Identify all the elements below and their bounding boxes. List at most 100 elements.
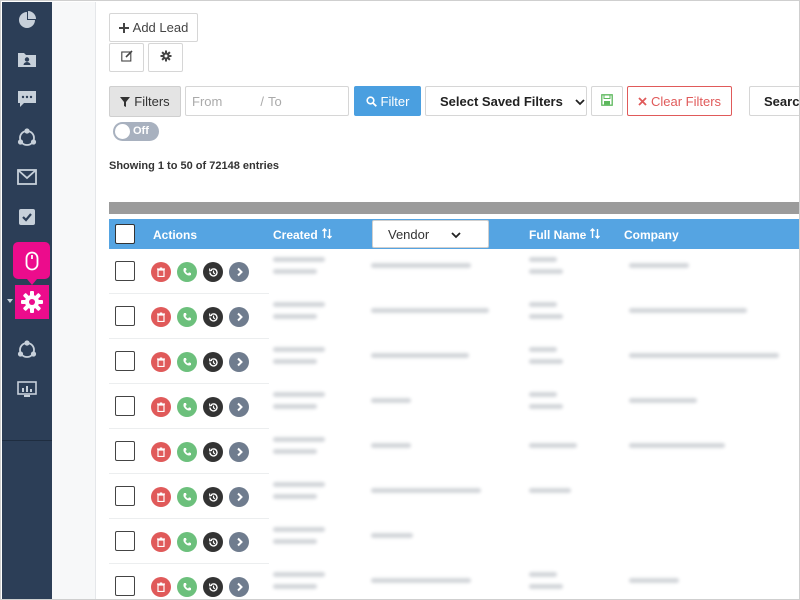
redacted-cell bbox=[273, 437, 325, 442]
history-action-button[interactable] bbox=[203, 487, 223, 507]
phone-action-button[interactable] bbox=[177, 352, 197, 372]
full-name-header[interactable]: Full Name bbox=[529, 228, 601, 242]
phone-action-button[interactable] bbox=[177, 307, 197, 327]
redacted-cell bbox=[371, 308, 489, 313]
history-action-button[interactable] bbox=[203, 262, 223, 282]
save-filter-button[interactable] bbox=[591, 86, 623, 116]
chevron-right-action-button[interactable] bbox=[229, 397, 249, 417]
row-checkbox[interactable] bbox=[115, 396, 135, 416]
trash-icon bbox=[156, 267, 166, 277]
chevron-right-icon bbox=[235, 582, 244, 592]
trash-action-button[interactable] bbox=[151, 487, 171, 507]
trash-action-button[interactable] bbox=[151, 262, 171, 282]
settings-button[interactable] bbox=[148, 43, 183, 72]
date-separator: / bbox=[260, 93, 264, 109]
trash-action-button[interactable] bbox=[151, 352, 171, 372]
chevron-right-icon bbox=[235, 267, 244, 277]
history-action-button[interactable] bbox=[203, 577, 223, 597]
row-checkbox[interactable] bbox=[115, 261, 135, 281]
trash-action-button[interactable] bbox=[151, 307, 171, 327]
table-row[interactable] bbox=[109, 519, 799, 564]
filters-toggle-button[interactable]: Filters bbox=[109, 86, 181, 117]
saved-filters-label: Select Saved Filters bbox=[440, 93, 563, 109]
filter-button[interactable]: Filter bbox=[354, 86, 421, 116]
filters-toggle-switch[interactable]: Off bbox=[113, 122, 159, 141]
date-range-input[interactable]: From / To bbox=[185, 86, 349, 116]
chat-icon[interactable] bbox=[12, 84, 42, 114]
plus-icon bbox=[118, 22, 129, 33]
phone-action-button[interactable] bbox=[177, 487, 197, 507]
saved-filters-select[interactable]: Select Saved Filters bbox=[425, 86, 587, 116]
redacted-cell bbox=[529, 572, 557, 577]
chevron-right-icon bbox=[235, 357, 244, 367]
phone-action-button[interactable] bbox=[177, 577, 197, 597]
trash-action-button[interactable] bbox=[151, 397, 171, 417]
redacted-cell bbox=[529, 584, 563, 589]
redacted-cell bbox=[529, 488, 571, 493]
history-action-button[interactable] bbox=[203, 532, 223, 552]
phone-action-button[interactable] bbox=[177, 532, 197, 552]
gear-icon[interactable] bbox=[15, 285, 49, 319]
share-network-icon[interactable] bbox=[12, 123, 42, 153]
chevron-right-action-button[interactable] bbox=[229, 352, 249, 372]
history-action-button[interactable] bbox=[203, 397, 223, 417]
row-checkbox[interactable] bbox=[115, 531, 135, 551]
phone-action-button[interactable] bbox=[177, 262, 197, 282]
phone-action-button[interactable] bbox=[177, 442, 197, 462]
table-row[interactable] bbox=[109, 564, 799, 599]
add-lead-button[interactable]: Add Lead bbox=[109, 13, 198, 42]
row-checkbox[interactable] bbox=[115, 576, 135, 596]
envelope-icon[interactable] bbox=[12, 162, 42, 192]
redacted-cell bbox=[273, 347, 325, 352]
created-header[interactable]: Created bbox=[273, 228, 332, 242]
horizontal-scrollbar[interactable] bbox=[109, 202, 799, 214]
table-row[interactable] bbox=[109, 474, 799, 519]
redacted-cell bbox=[273, 392, 325, 397]
chevron-right-action-button[interactable] bbox=[229, 262, 249, 282]
row-checkbox[interactable] bbox=[115, 486, 135, 506]
trash-icon bbox=[156, 312, 166, 322]
select-all-checkbox[interactable] bbox=[115, 224, 135, 244]
pie-chart-icon[interactable] bbox=[12, 5, 42, 35]
monitor-dashboard-icon[interactable] bbox=[12, 375, 42, 405]
edit-button[interactable] bbox=[109, 43, 144, 72]
phone-icon bbox=[182, 492, 192, 502]
clear-filters-button[interactable]: Clear Filters bbox=[627, 86, 732, 116]
row-checkbox[interactable] bbox=[115, 441, 135, 461]
table-row[interactable] bbox=[109, 429, 799, 474]
history-icon bbox=[208, 402, 219, 413]
table-row[interactable] bbox=[109, 249, 799, 294]
history-action-button[interactable] bbox=[203, 442, 223, 462]
search-input[interactable]: Search bbox=[749, 86, 799, 116]
chevron-right-action-button[interactable] bbox=[229, 442, 249, 462]
row-checkbox[interactable] bbox=[115, 306, 135, 326]
trash-icon bbox=[156, 447, 166, 457]
trash-action-button[interactable] bbox=[151, 577, 171, 597]
history-action-button[interactable] bbox=[203, 352, 223, 372]
table-row[interactable] bbox=[109, 384, 799, 429]
trash-action-button[interactable] bbox=[151, 442, 171, 462]
history-action-button[interactable] bbox=[203, 307, 223, 327]
table-row[interactable] bbox=[109, 294, 799, 339]
table-row[interactable] bbox=[109, 339, 799, 384]
chevron-right-action-button[interactable] bbox=[229, 307, 249, 327]
history-icon bbox=[208, 267, 219, 278]
chevron-right-icon bbox=[235, 537, 244, 547]
phone-icon bbox=[182, 402, 192, 412]
trash-icon bbox=[156, 582, 166, 592]
share-network-icon[interactable] bbox=[12, 335, 42, 365]
toggle-label: Off bbox=[133, 125, 149, 137]
task-check-icon[interactable] bbox=[12, 202, 42, 232]
row-checkbox[interactable] bbox=[115, 351, 135, 371]
vendor-select[interactable]: Vendor bbox=[372, 220, 489, 248]
company-header[interactable]: Company bbox=[624, 228, 679, 242]
redacted-cell bbox=[273, 494, 317, 499]
add-lead-label: Add Lead bbox=[132, 20, 189, 35]
trash-action-button[interactable] bbox=[151, 532, 171, 552]
contacts-folder-icon[interactable] bbox=[12, 44, 42, 74]
chevron-right-action-button[interactable] bbox=[229, 487, 249, 507]
actions-header-label: Actions bbox=[153, 228, 198, 242]
chevron-right-action-button[interactable] bbox=[229, 532, 249, 552]
chevron-right-action-button[interactable] bbox=[229, 577, 249, 597]
phone-action-button[interactable] bbox=[177, 397, 197, 417]
